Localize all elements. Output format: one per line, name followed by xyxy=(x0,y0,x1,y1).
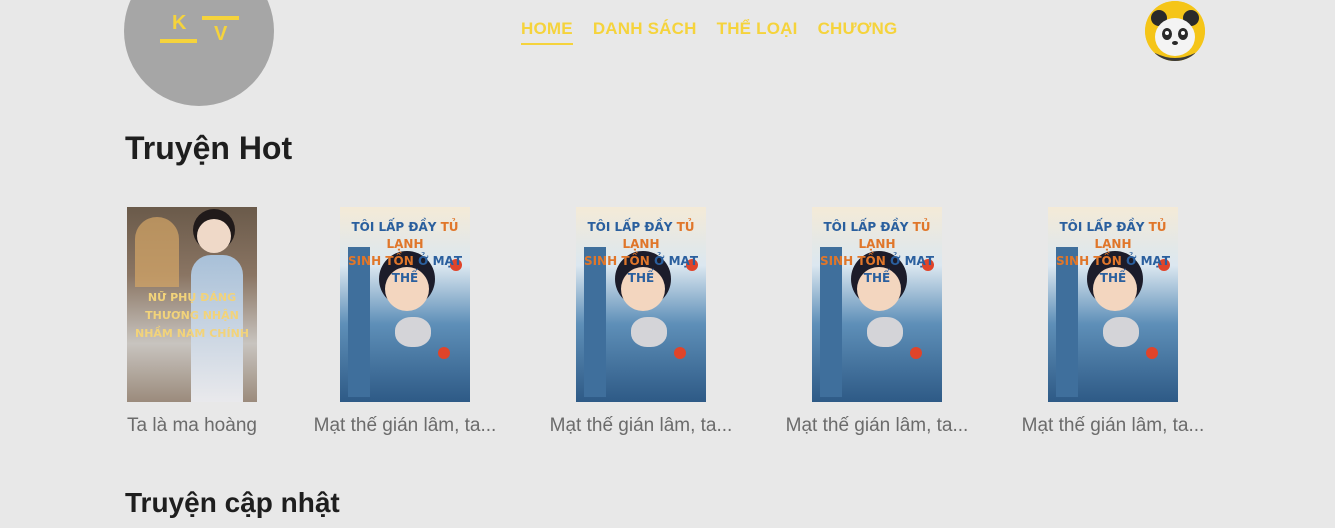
updated-stories-title: Truyện cập nhật xyxy=(125,487,340,518)
book-card[interactable]: TÔI LẤP ĐẦY TỦ LẠNH SINH TỒN Ở MẠT THẾ M… xyxy=(772,207,982,437)
cover-title-line: SINH TỒN xyxy=(819,254,886,268)
nav-danh-sach[interactable]: DANH SÁCH xyxy=(593,19,697,45)
book-card[interactable]: TÔI LẤP ĐẦY TỦ LẠNH SINH TỒN Ở MẠT THẾ M… xyxy=(1008,207,1218,437)
cover-title-line: SINH TỒN xyxy=(583,254,650,268)
logo-letter-k: K xyxy=(172,12,187,34)
cover-title-line: SINH TỒN xyxy=(1055,254,1122,268)
cover-title-line: TÔI LẤP ĐẦY xyxy=(1059,220,1145,234)
book-card[interactable]: TÔI LẤP ĐẦY TỦ LẠNH SINH TỒN Ở MẠT THẾ M… xyxy=(300,207,510,437)
hot-stories-title: Truyện Hot xyxy=(125,130,293,166)
book-title[interactable]: Mạt thế gián lâm, ta... xyxy=(536,415,746,437)
cover-title-line: SINH TỒN xyxy=(347,254,414,268)
book-cover[interactable]: TÔI LẤP ĐẦY TỦ LẠNH SINH TỒN Ở MẠT THẾ xyxy=(340,207,470,402)
cover-title-line: TÔI LẤP ĐẦY xyxy=(351,220,437,234)
logo-letter-v: V xyxy=(214,23,228,45)
book-cover[interactable]: NỮ PHỤ ĐÁNG THƯƠNG NHẬN NHẦM NAM CHÍNH xyxy=(127,207,257,402)
book-title[interactable]: Mạt thế gián lâm, ta... xyxy=(300,415,510,437)
logo-underline xyxy=(160,39,197,43)
book-cover[interactable]: TÔI LẤP ĐẦY TỦ LẠNH SINH TỒN Ở MẠT THẾ xyxy=(812,207,942,402)
panda-avatar-icon[interactable] xyxy=(1145,1,1205,61)
nav-chuong[interactable]: CHƯƠNG xyxy=(818,19,898,45)
book-title[interactable]: Mạt thế gián lâm, ta... xyxy=(1008,415,1218,437)
main-nav: HOME DANH SÁCH THỂ LOẠI CHƯƠNG xyxy=(521,19,917,45)
book-title[interactable]: Ta là ma hoàng xyxy=(87,415,297,437)
book-card[interactable]: NỮ PHỤ ĐÁNG THƯƠNG NHẬN NHẦM NAM CHÍNH T… xyxy=(87,207,297,437)
cover-title: NỮ PHỤ ĐÁNG THƯƠNG NHẬN NHẦM NAM CHÍNH xyxy=(135,291,249,340)
site-logo[interactable]: K V xyxy=(124,0,274,106)
cover-title-line: TÔI LẤP ĐẦY xyxy=(823,220,909,234)
nav-home[interactable]: HOME xyxy=(521,19,573,45)
book-cover[interactable]: TÔI LẤP ĐẦY TỦ LẠNH SINH TỒN Ở MẠT THẾ xyxy=(576,207,706,402)
logo-overline xyxy=(202,16,239,20)
book-title[interactable]: Mạt thế gián lâm, ta... xyxy=(772,415,982,437)
book-card[interactable]: TÔI LẤP ĐẦY TỦ LẠNH SINH TỒN Ở MẠT THẾ M… xyxy=(536,207,746,437)
cover-title-line: TÔI LẤP ĐẦY xyxy=(587,220,673,234)
nav-the-loai[interactable]: THỂ LOẠI xyxy=(717,19,798,45)
book-cover[interactable]: TÔI LẤP ĐẦY TỦ LẠNH SINH TỒN Ở MẠT THẾ xyxy=(1048,207,1178,402)
